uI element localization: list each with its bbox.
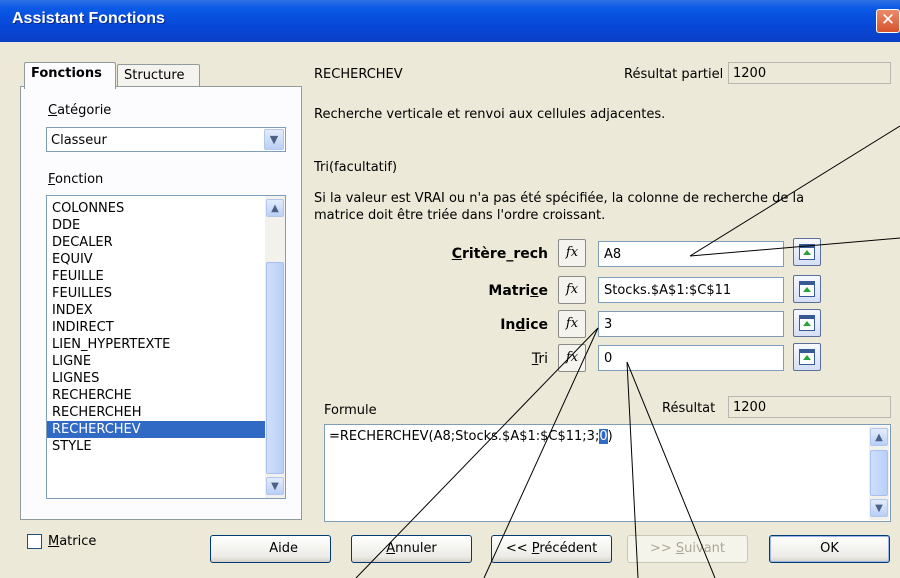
tab-fonctions-label: Fonctions <box>31 66 102 81</box>
annotation-line <box>355 327 599 578</box>
annotation-line <box>626 361 639 578</box>
annotation-line <box>689 237 900 257</box>
annotation-lines <box>355 125 900 578</box>
annotation-line <box>689 125 900 257</box>
annotation-line <box>483 327 599 578</box>
annotation-line <box>626 361 716 578</box>
tab-fonctions[interactable]: Fonctions <box>24 62 116 89</box>
